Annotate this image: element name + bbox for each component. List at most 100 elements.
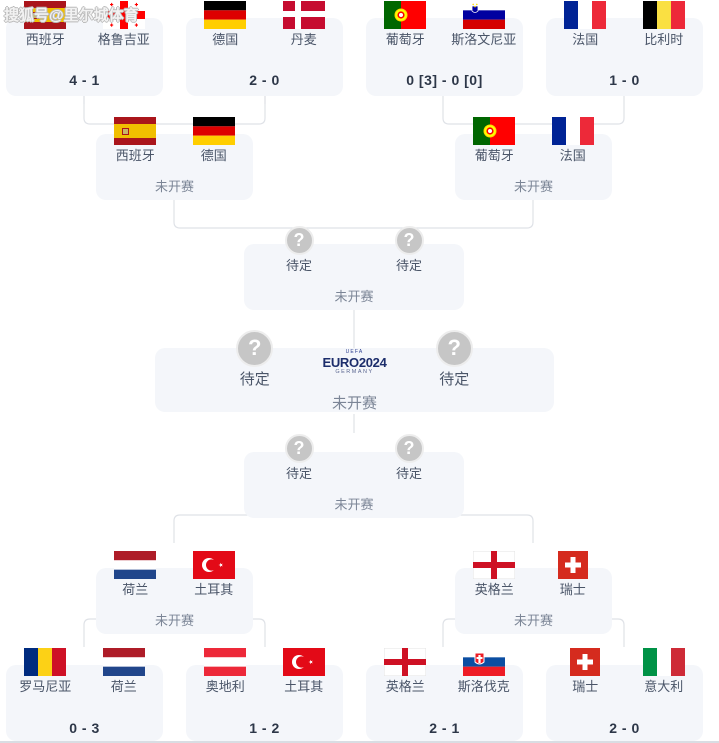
team-name: 荷兰 xyxy=(110,679,137,694)
team-away: ? 待定 xyxy=(354,434,464,482)
team-home: 英格兰 xyxy=(366,648,445,695)
flag-denmark xyxy=(282,1,325,29)
flag-switzerland xyxy=(557,551,588,579)
match-card-qf-esp-ger[interactable]: 西班牙 德国 未开赛 xyxy=(96,117,253,200)
team-home: ? 待定 xyxy=(244,434,354,482)
unknown-team-icon: ? xyxy=(284,226,314,255)
team-name: 西班牙 xyxy=(25,32,65,47)
team-name: 德国 xyxy=(212,32,239,47)
match-card-r16-fra-bel[interactable]: 法国 比利时 1 - 0 xyxy=(546,1,703,96)
team-away: 土耳其 xyxy=(265,648,344,695)
match-score: 2 - 0 xyxy=(249,72,280,88)
flag-portugal xyxy=(473,117,516,145)
team-name: 土耳其 xyxy=(194,582,234,597)
team-name: 葡萄牙 xyxy=(385,32,425,47)
match-card-sf-top[interactable]: ? 待定 ? 待定 未开赛 xyxy=(244,226,464,310)
match-card-r16-eng-svk[interactable]: 英格兰 斯洛伐克 2 - 1 xyxy=(366,648,523,741)
match-score: 1 - 0 xyxy=(609,72,640,88)
team-away: 丹麦 xyxy=(265,1,344,48)
team-away: 德国 xyxy=(175,117,254,164)
team-home: 西班牙 xyxy=(96,117,175,164)
team-name: 法国 xyxy=(572,32,599,47)
match-card-qf-eng-sui[interactable]: 英格兰 瑞士 未开赛 xyxy=(455,551,612,634)
team-home: 葡萄牙 xyxy=(455,117,534,164)
team-home: 葡萄牙 xyxy=(366,1,445,48)
team-name: 丹麦 xyxy=(290,32,317,47)
team-home: 奥地利 xyxy=(186,648,265,695)
logo-year: 2024 xyxy=(358,355,387,370)
match-score: 2 - 0 xyxy=(609,720,640,736)
team-home: 英格兰 xyxy=(455,551,534,598)
team-name: 英格兰 xyxy=(385,679,425,694)
unknown-team-icon: ? xyxy=(284,434,314,463)
team-name: 待定 xyxy=(285,258,312,273)
team-name: 格鲁吉亚 xyxy=(97,32,150,47)
team-away: 荷兰 xyxy=(85,648,164,695)
match-card-qf-ned-tur[interactable]: 荷兰 土耳其 未开赛 xyxy=(96,551,253,634)
team-away: 土耳其 xyxy=(175,551,254,598)
flag-slovakia xyxy=(462,648,505,676)
match-card-final[interactable]: ? 待定 ? 待定 UEFA EURO2024 GERMANY 未开赛 xyxy=(155,330,554,412)
match-score: 0 - 3 xyxy=(69,720,100,736)
team-name: 待定 xyxy=(395,258,422,273)
flag-netherlands xyxy=(114,551,157,579)
flag-portugal xyxy=(384,1,427,29)
match-card-r16-ger-den[interactable]: 德国 丹麦 2 - 0 xyxy=(186,1,343,96)
match-card-qf-por-fra[interactable]: 葡萄牙 法国 未开赛 xyxy=(455,117,612,200)
match-card-r16-sui-ita[interactable]: 瑞士 意大利 2 - 0 xyxy=(546,648,703,741)
match-card-sf-bottom[interactable]: ? 待定 ? 待定 未开赛 xyxy=(244,434,464,518)
team-name: 法国 xyxy=(559,148,586,163)
team-away: 斯洛伐克 xyxy=(445,648,524,695)
team-name: 德国 xyxy=(200,148,227,163)
team-name: 罗马尼亚 xyxy=(19,679,72,694)
team-name: 瑞士 xyxy=(559,582,586,597)
team-name: 比利时 xyxy=(644,32,684,47)
match-score: 0 [3] - 0 [0] xyxy=(406,72,483,88)
team-away: ? 待定 xyxy=(354,226,464,274)
logo-host-country: GERMANY xyxy=(335,369,374,375)
match-status: 未开赛 xyxy=(154,613,194,628)
team-name: 葡萄牙 xyxy=(474,148,514,163)
flag-england xyxy=(473,551,516,579)
team-name: 英格兰 xyxy=(474,582,514,597)
team-home: 德国 xyxy=(186,1,265,48)
team-name: 斯洛文尼亚 xyxy=(451,32,517,47)
team-away: 比利时 xyxy=(625,1,704,48)
flag-turkey xyxy=(192,551,235,579)
team-name: 土耳其 xyxy=(284,679,324,694)
unknown-team-icon: ? xyxy=(394,226,424,255)
unknown-team-icon: ? xyxy=(394,434,424,463)
flag-spain xyxy=(114,117,157,145)
bracket-root: 搜狐号@里尔城体育 西班牙 格鲁吉亚 4 - 1 德国 丹麦 2 - 0 葡萄牙… xyxy=(0,0,719,743)
team-home: 荷兰 xyxy=(96,551,175,598)
match-card-r16-rou-ned[interactable]: 罗马尼亚 荷兰 0 - 3 xyxy=(6,648,163,741)
match-card-r16-aut-tur[interactable]: 奥地利 土耳其 1 - 2 xyxy=(186,648,343,741)
match-status: 未开赛 xyxy=(334,497,374,512)
team-name: 斯洛伐克 xyxy=(457,679,510,694)
flag-austria xyxy=(204,648,247,676)
match-status: 未开赛 xyxy=(513,613,553,628)
watermark-text: 搜狐号@里尔城体育 xyxy=(4,7,139,24)
flag-germany xyxy=(204,1,247,29)
flag-romania xyxy=(24,648,67,676)
team-away: 瑞士 xyxy=(534,551,613,598)
team-name: 待定 xyxy=(285,466,312,481)
team-away: 斯洛文尼亚 xyxy=(445,1,524,48)
match-card-r16-esp-geo[interactable]: 西班牙 格鲁吉亚 4 - 1 xyxy=(6,1,163,96)
flag-slovenia xyxy=(462,1,505,29)
team-home: ? 待定 xyxy=(244,226,354,274)
match-score: 1 - 2 xyxy=(249,720,280,736)
flag-england xyxy=(384,648,427,676)
match-status: 未开赛 xyxy=(513,179,553,194)
flag-france xyxy=(564,1,607,29)
flag-italy xyxy=(642,648,685,676)
team-name: 西班牙 xyxy=(115,148,155,163)
team-away: 法国 xyxy=(534,117,613,164)
match-card-r16-por-svn[interactable]: 葡萄牙 斯洛文尼亚 0 [3] - 0 [0] xyxy=(366,1,523,96)
team-away: 意大利 xyxy=(625,648,704,695)
flag-germany xyxy=(192,117,235,145)
match-score: 2 - 1 xyxy=(429,720,460,736)
match-status: 未开赛 xyxy=(331,395,377,412)
flag-belgium xyxy=(642,1,685,29)
team-home: 罗马尼亚 xyxy=(6,648,85,695)
